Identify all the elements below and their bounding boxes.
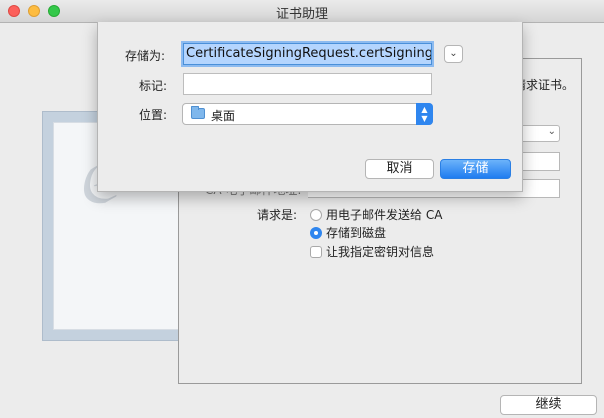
cancel-button[interactable]: 取消 (365, 159, 434, 179)
option-email-ca-label: 用电子邮件发送给 CA (326, 208, 443, 222)
save-button[interactable]: 存储 (440, 159, 511, 179)
continue-button[interactable]: 继续 (500, 395, 597, 415)
save-as-label: 存储为: (125, 49, 166, 63)
title-bar: 证书助理 (0, 0, 604, 23)
popup-stepper-icon: ▲ ▼ (416, 103, 433, 125)
tags-label: 标记: (139, 79, 168, 93)
option-save-to-disk-label: 存储到磁盘 (326, 226, 387, 240)
expand-button[interactable]: ⌄ (444, 45, 463, 63)
radio-button-selected[interactable] (310, 227, 322, 239)
chevron-down-icon: ⌄ (547, 126, 556, 137)
radio-button[interactable] (310, 209, 322, 221)
save-as-value: CertificateSigningRequest.certSigningRe (184, 44, 431, 64)
where-label: 位置: (139, 108, 168, 122)
key-pair-checkbox[interactable]: 让我指定密钥对信息 (310, 243, 434, 260)
request-label: 请求是: (257, 208, 298, 222)
identity-select[interactable]: ⌄ (520, 125, 560, 142)
panel-hint-text: 请求证书。 (514, 78, 575, 92)
option-email-ca[interactable]: 用电子邮件发送给 CA (310, 206, 442, 223)
folder-icon (191, 106, 205, 119)
where-value: 桌面 (211, 109, 236, 123)
common-name-field[interactable] (520, 152, 560, 171)
chevron-down-icon: ⌄ (449, 48, 458, 59)
tags-field[interactable] (183, 73, 432, 95)
key-pair-checkbox-label: 让我指定密钥对信息 (326, 245, 435, 259)
save-sheet: 存储为: CertificateSigningRequest.certSigni… (97, 22, 523, 192)
window-title: 证书助理 (275, 7, 328, 22)
checkbox[interactable] (310, 246, 322, 258)
option-save-to-disk[interactable]: 存储到磁盘 (310, 224, 386, 241)
save-as-field[interactable]: CertificateSigningRequest.certSigningRe (183, 43, 432, 65)
where-popup[interactable]: 桌面 ▲ ▼ (182, 103, 433, 125)
